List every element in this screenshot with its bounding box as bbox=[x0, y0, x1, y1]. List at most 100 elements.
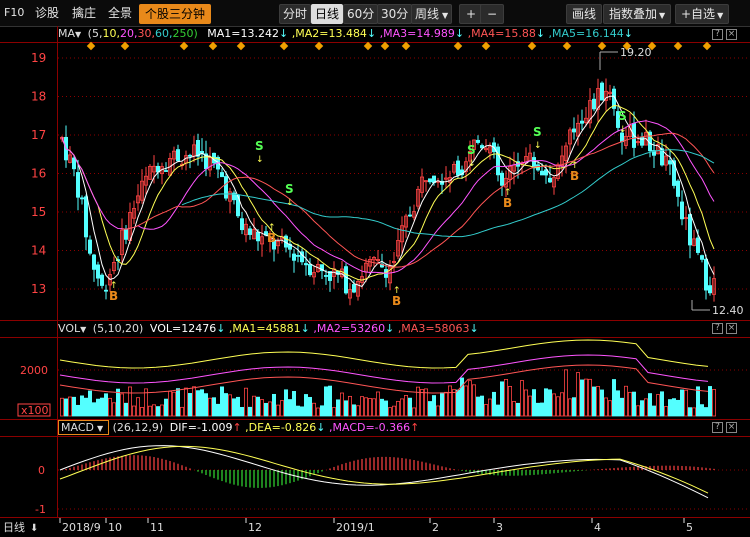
volume-bar bbox=[263, 402, 268, 417]
volume-bar bbox=[708, 386, 713, 417]
candle-body bbox=[239, 218, 244, 231]
candle-body bbox=[540, 170, 545, 176]
buy-arrow-icon: ↑ bbox=[571, 161, 579, 171]
macd-histogram bbox=[59, 445, 715, 499]
candle-body bbox=[427, 178, 432, 183]
candle-body bbox=[175, 149, 180, 162]
candle-body bbox=[247, 228, 252, 235]
volume-bar bbox=[303, 394, 308, 417]
price-annotations: 19.20 12.40 bbox=[599, 46, 744, 317]
volume-bar bbox=[612, 379, 617, 417]
price-tick-label: 14 bbox=[31, 244, 46, 258]
volume-bar bbox=[479, 395, 484, 417]
candle-body bbox=[600, 82, 605, 101]
volume-bar bbox=[455, 389, 460, 417]
candle-body bbox=[351, 284, 356, 293]
event-marker-icon bbox=[527, 41, 537, 51]
volume-bar bbox=[355, 405, 360, 417]
price-tick-label: 15 bbox=[31, 205, 46, 219]
volume-bar bbox=[403, 394, 408, 417]
candle-body bbox=[704, 258, 709, 291]
candle-body bbox=[572, 128, 577, 133]
volume-bar bbox=[516, 402, 521, 417]
candle-body bbox=[455, 160, 460, 176]
macd-axis-0: 0 bbox=[38, 464, 45, 477]
candle-body bbox=[303, 263, 308, 266]
candle-body bbox=[96, 264, 101, 279]
price-axis: 19 18 17 16 15 14 13 bbox=[31, 51, 46, 296]
candle-body bbox=[219, 172, 224, 178]
volume-bar bbox=[499, 381, 504, 417]
volume-bar bbox=[187, 393, 192, 417]
price-tick-label: 17 bbox=[31, 128, 46, 142]
date-tick-label: 2019/1 bbox=[336, 521, 375, 534]
event-marker-icon bbox=[481, 41, 491, 51]
event-marker-row bbox=[86, 41, 712, 51]
volume-bar bbox=[568, 398, 573, 417]
buy-arrow-icon: ↑ bbox=[268, 223, 276, 233]
macd-axis: 0 -1 bbox=[35, 464, 46, 516]
volume-bar bbox=[712, 389, 717, 417]
sell-signal: S bbox=[285, 182, 294, 196]
candle-body bbox=[295, 255, 300, 257]
volume-bar bbox=[391, 405, 396, 417]
event-marker-icon bbox=[597, 41, 607, 51]
volume-bar bbox=[524, 389, 529, 417]
down-arrow-icon[interactable]: ⬇ bbox=[30, 523, 38, 534]
volume-bar bbox=[359, 396, 364, 417]
volume-bar bbox=[503, 379, 508, 417]
date-tick-label: 11 bbox=[150, 521, 164, 534]
period-selector[interactable]: 日线 bbox=[3, 520, 25, 534]
volume-bar bbox=[283, 389, 288, 417]
volume-bar bbox=[331, 407, 336, 417]
volume-bar bbox=[600, 389, 605, 417]
volume-bar bbox=[704, 407, 709, 417]
volume-bar bbox=[588, 378, 593, 417]
price-tick-label: 19 bbox=[31, 51, 46, 65]
candle-body bbox=[187, 154, 192, 157]
volume-bar bbox=[608, 400, 613, 417]
volume-bar bbox=[120, 393, 125, 417]
buy-signal: B bbox=[109, 289, 118, 303]
buy-arrow-icon: ↑ bbox=[504, 188, 512, 198]
volume-bar bbox=[628, 391, 633, 417]
candle-body bbox=[163, 170, 168, 172]
kline-chart[interactable]: B↑B↑B↑B↑B↑S↓S↓S↓S↓S↓ 19.20 12.40 1918171… bbox=[0, 0, 750, 537]
volume-bar bbox=[319, 405, 324, 417]
macd-axis-neg1: -1 bbox=[35, 503, 46, 516]
event-marker-icon bbox=[279, 41, 289, 51]
volume-bar bbox=[431, 395, 436, 417]
low-price-label: 12.40 bbox=[712, 304, 744, 317]
candle-body bbox=[668, 160, 673, 165]
sell-signal: S bbox=[618, 109, 627, 123]
volume-bar bbox=[92, 402, 97, 417]
candle-body bbox=[499, 172, 504, 186]
candle-body bbox=[80, 197, 85, 200]
volume-bar bbox=[439, 392, 444, 417]
volume-bar bbox=[620, 397, 625, 417]
volume-bar bbox=[131, 405, 136, 417]
volume-bar bbox=[387, 407, 392, 417]
volume-bar bbox=[291, 391, 296, 417]
volume-bar bbox=[231, 398, 236, 417]
volume-bar bbox=[203, 393, 208, 417]
buy-signal: B bbox=[267, 231, 276, 245]
volume-bar bbox=[60, 397, 65, 417]
date-tick-label: 2 bbox=[432, 521, 439, 534]
volume-bar bbox=[636, 405, 641, 417]
volume-bar bbox=[76, 404, 81, 417]
volume-bar bbox=[307, 396, 312, 417]
volume-bar bbox=[108, 397, 113, 417]
volume-bar bbox=[664, 406, 669, 417]
volume-bar bbox=[147, 405, 152, 417]
candle-body bbox=[307, 263, 312, 276]
volume-bar bbox=[327, 385, 332, 417]
event-marker-icon bbox=[236, 41, 246, 51]
volume-bar bbox=[560, 392, 565, 417]
event-marker-icon bbox=[453, 41, 463, 51]
candle-body bbox=[291, 253, 296, 261]
event-marker-icon bbox=[86, 41, 96, 51]
volume-bar bbox=[104, 393, 109, 417]
volume-bar bbox=[415, 386, 420, 417]
volume-bar bbox=[395, 400, 400, 417]
